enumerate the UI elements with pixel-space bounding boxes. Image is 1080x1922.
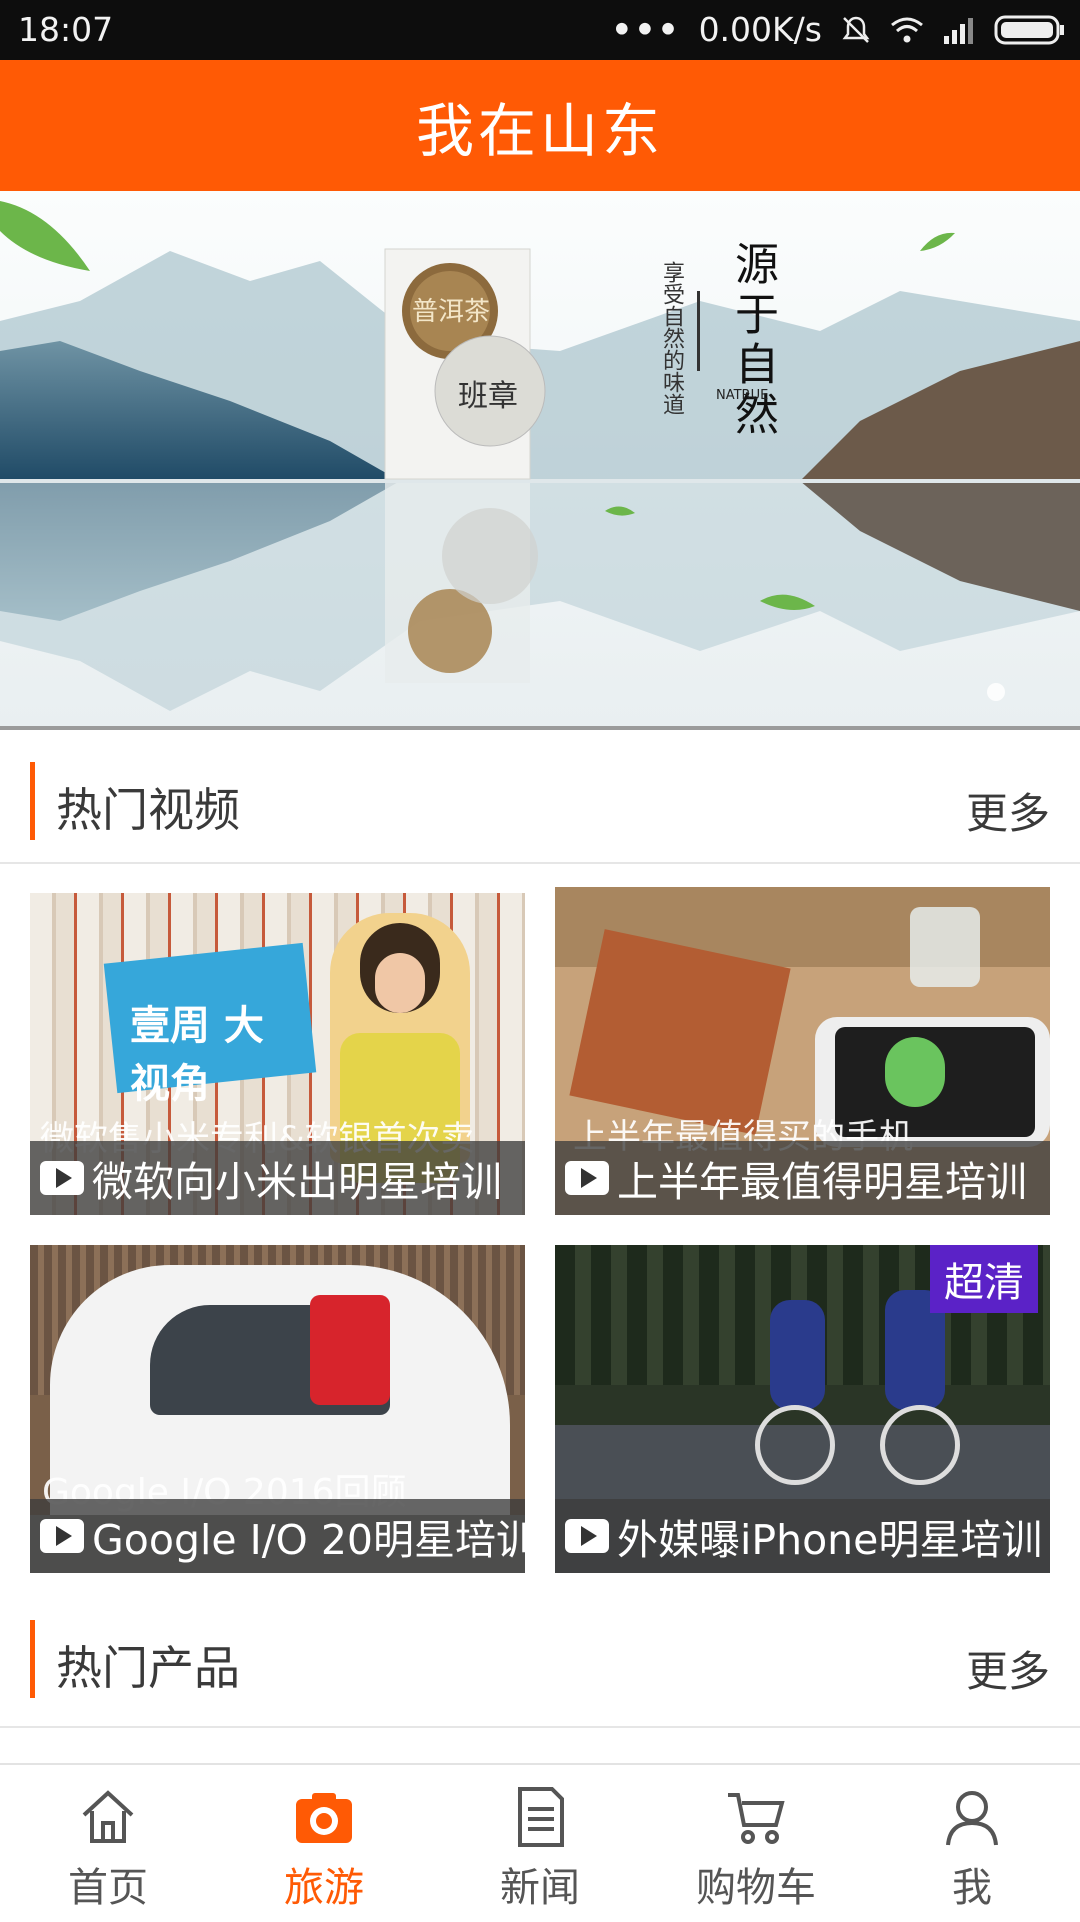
banner-slogan-big: 源于自然 [727,241,778,441]
carousel-indicator-dot[interactable] [987,683,1005,701]
banner-carousel[interactable]: 源于自然 享受自然的味道 NATRUE 普洱茶 班章 [0,191,1080,726]
banner-tea-label-2: 班章 [458,379,518,414]
section-divider [0,1726,1080,1728]
network-speed: 0.00K/s [698,10,822,49]
video-caption: Google I/O 20明星培训 [30,1499,525,1573]
wifi-icon [890,16,924,44]
tab-label: 我 [952,1865,992,1911]
banner-tea-label: 普洱茶 [412,297,491,327]
tab-label: 旅游 [284,1865,364,1911]
video-title: 上半年最值得明星培训 [617,1158,1027,1206]
more-videos-link[interactable]: 更多 [966,780,1050,841]
section-divider [0,862,1080,864]
tab-travel[interactable]: 旅游 [216,1765,432,1922]
more-products-link[interactable]: 更多 [966,1638,1050,1699]
video-card-3[interactable]: Google I/O 2016回顾 Google I/O 20明星培训 [30,1245,525,1573]
status-time: 18:07 [18,10,114,49]
tab-news[interactable]: 新闻 [432,1765,648,1922]
status-bar: 18:07 ••• 0.00K/s [0,0,1080,60]
tab-home[interactable]: 首页 [0,1765,216,1922]
banner-slogan-small: 享受自然的味道 [659,261,684,415]
play-icon [565,1519,609,1553]
section-header-hot-products: 热门产品 更多 [0,1620,1080,1700]
play-icon [40,1161,84,1195]
tab-me[interactable]: 我 [864,1765,1080,1922]
app-header: 我在山东 [0,60,1080,191]
battery-icon [994,15,1066,45]
video-card-1[interactable]: 壹周 大视角 微软售小米专利&软银首次卖 微软向小米出明星培训 [30,893,525,1215]
page-title: 我在山东 [415,96,664,165]
camera-icon [296,1793,352,1843]
video-badge-text: 壹周 大视角 [130,1003,264,1107]
signal-icon [942,16,976,44]
tab-cart[interactable]: 购物车 [648,1765,864,1922]
tab-label: 首页 [68,1865,148,1911]
section-title-hot-videos: 热门视频 [56,783,240,837]
banner-image [0,191,1080,726]
play-icon [565,1161,609,1195]
video-caption: 微软向小米出明星培训 [30,1141,525,1215]
user-icon [946,1791,998,1846]
section-accent-bar [30,762,35,840]
mute-icon [840,14,872,46]
section-header-hot-videos: 热门视频 更多 [0,762,1080,842]
more-dots-icon: ••• [611,10,681,49]
home-icon [82,1790,134,1843]
video-title: Google I/O 20明星培训 [92,1516,525,1564]
section-title-hot-products: 热门产品 [56,1641,240,1695]
news-icon [518,1787,564,1847]
tab-label: 新闻 [500,1865,580,1911]
hd-badge: 超清 [930,1245,1038,1313]
banner-slogan-en: NATRUE [716,388,769,403]
bottom-tab-bar: 首页 旅游 新闻 购物车 我 [0,1763,1080,1922]
video-caption: 外媒曝iPhone明星培训 [555,1499,1050,1573]
video-title: 微软向小米出明星培训 [92,1158,502,1206]
video-card-2[interactable]: 上半年最值得买的手机 上半年最值得明星培训 [555,887,1050,1215]
play-icon [40,1519,84,1553]
video-title: 外媒曝iPhone明星培训 [617,1516,1043,1564]
banner-divider [0,726,1080,730]
section-accent-bar [30,1620,35,1698]
video-caption: 上半年最值得明星培训 [555,1141,1050,1215]
cart-icon [728,1793,785,1844]
video-card-4[interactable]: 超清 外媒曝iPhone明星培训 [555,1245,1050,1573]
tab-label: 购物车 [696,1865,816,1911]
